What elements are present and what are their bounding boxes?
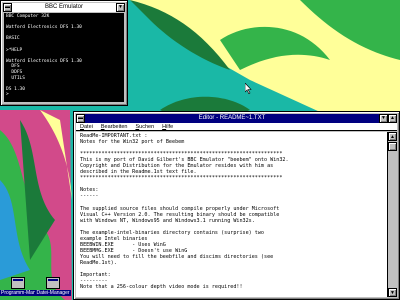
menu-item-label: earbeiten: [104, 123, 128, 130]
bbc-screen[interactable]: BBC Computer 32K Watford Electronics DFS …: [4, 13, 124, 102]
menu-item-label: atei: [83, 123, 93, 130]
bbc-window-title: BBC Emulator: [44, 4, 83, 10]
editor-menubar: Datei Bearbeiten Suchen Hilfe: [76, 123, 397, 131]
scroll-thumb[interactable]: [388, 142, 397, 151]
editor-text-line: Note that a 256-colour depth video mode …: [80, 284, 243, 291]
scroll-up-icon[interactable]: ▲: [388, 132, 397, 141]
bbc-titlebar[interactable]: ▬ BBC Emulator ▼: [3, 3, 125, 12]
program-manager-glyph: [11, 277, 25, 289]
bbc-emulator-window[interactable]: ▬ BBC Emulator ▼ BBC Computer 32K Watford…: [0, 0, 128, 106]
editor-window[interactable]: ▬ Editor - README~1.TXT ▼ ▲ Datei Bearbei…: [73, 111, 400, 300]
editor-text-area[interactable]: ReadMe-IMPORTANT.txt : Notes for the Win3…: [76, 132, 387, 297]
menu-item[interactable]: Datei: [80, 123, 93, 131]
mouse-pointer-icon: [245, 83, 252, 94]
file-manager-glyph: [46, 277, 60, 289]
menu-item-label: uchen: [139, 123, 155, 130]
editor-window-title: Editor - README~1.TXT: [198, 115, 266, 121]
menu-item[interactable]: Hilfe: [162, 123, 173, 131]
minimize-icon[interactable]: ▼: [116, 3, 125, 12]
scroll-down-icon[interactable]: ▼: [388, 288, 397, 297]
vertical-scrollbar[interactable]: ▲ ▼: [387, 132, 397, 297]
menu-item[interactable]: Suchen: [135, 123, 154, 131]
minimize-icon[interactable]: ▼: [379, 114, 388, 123]
maximize-icon[interactable]: ▲: [388, 114, 397, 123]
bbc-screen-line: >: [6, 92, 9, 98]
system-menu-icon[interactable]: ▬: [3, 3, 12, 12]
file-manager-label: Datei-Manager: [35, 290, 71, 296]
file-manager-icon[interactable]: Datei-Manager: [35, 277, 71, 296]
menu-item[interactable]: Bearbeiten: [101, 123, 128, 131]
program-manager-icon[interactable]: Programm-Manager: [0, 277, 47, 296]
menu-item-label: ilfe: [166, 123, 174, 130]
